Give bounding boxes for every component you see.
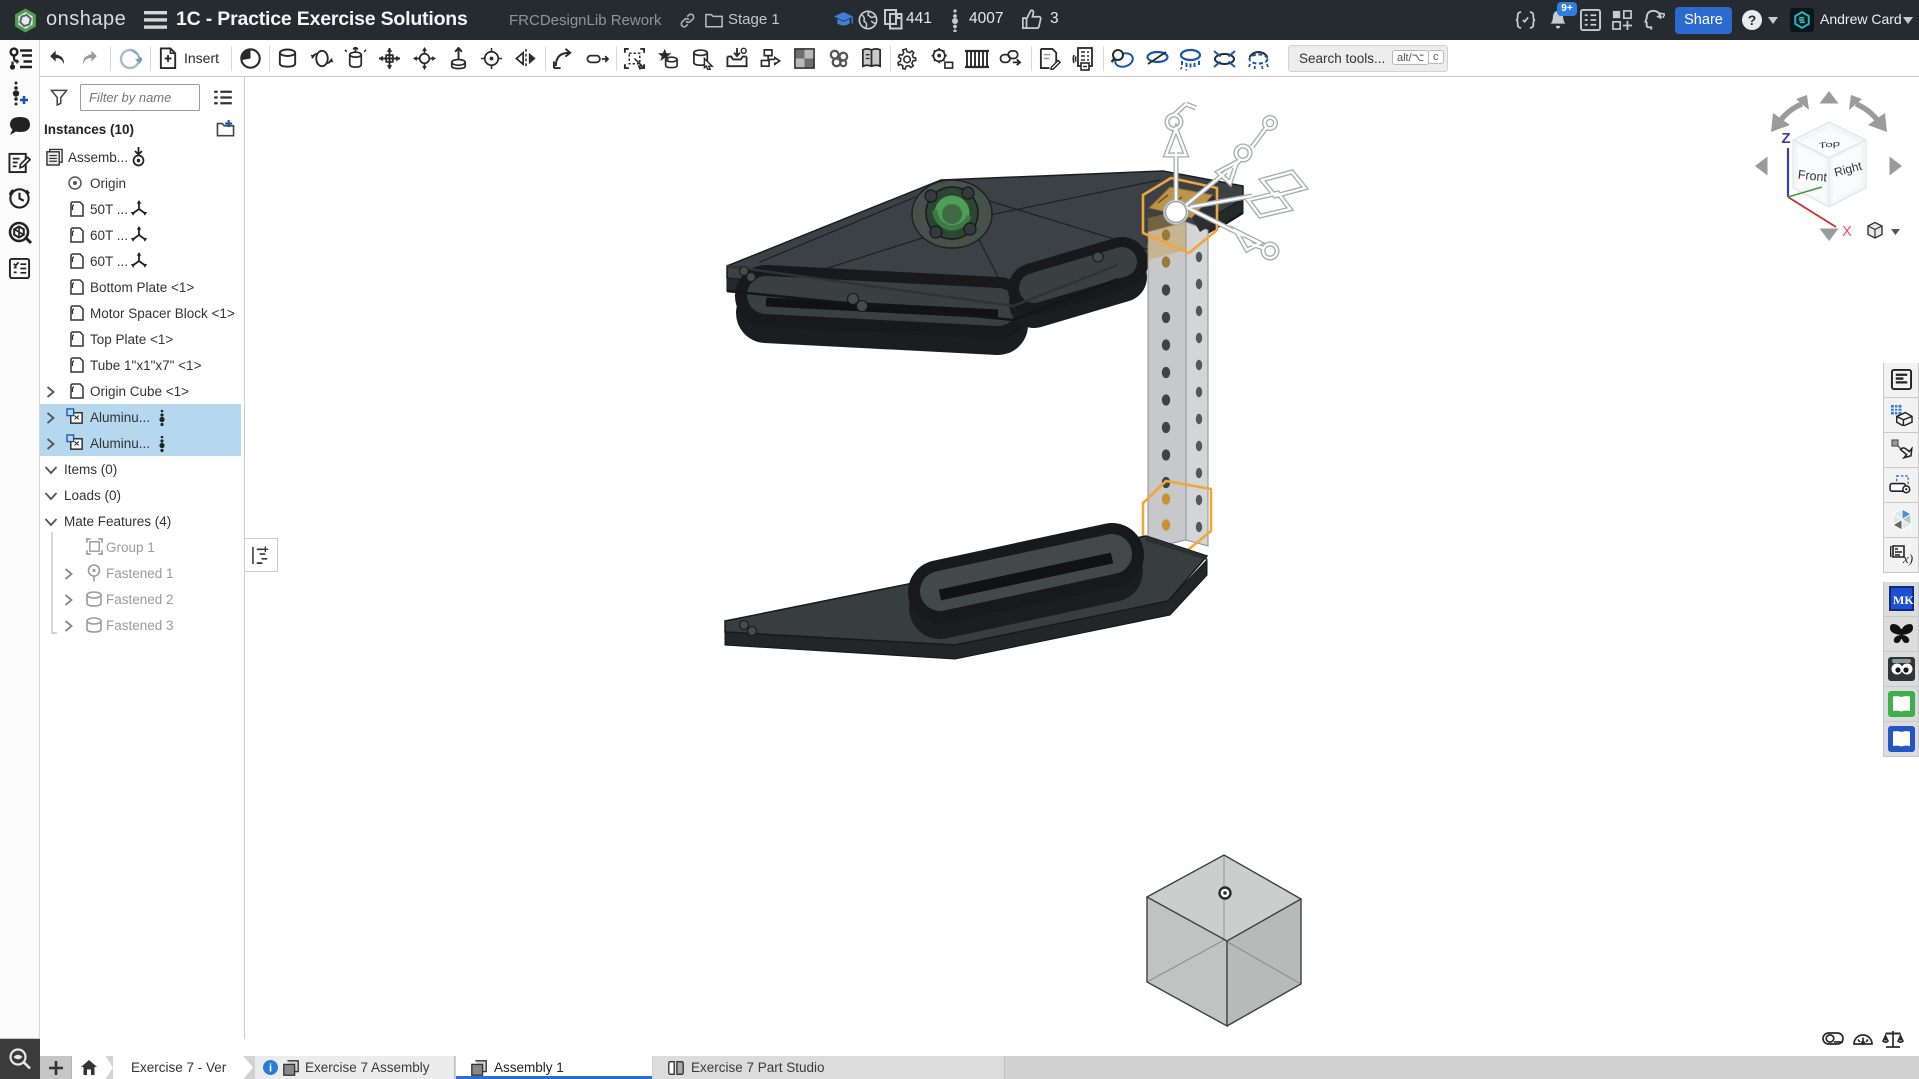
svg-text:Front: Front (1797, 168, 1828, 185)
svg-text:?: ? (1748, 12, 1757, 28)
svg-text:i: i (269, 1063, 272, 1075)
svg-text:Top: Top (1817, 139, 1842, 150)
svg-text:X: X (1842, 224, 1852, 240)
svg-text:Right: Right (1833, 159, 1864, 180)
svg-text:Z: Z (1781, 130, 1790, 147)
svg-text:x): x) (1902, 551, 1913, 566)
